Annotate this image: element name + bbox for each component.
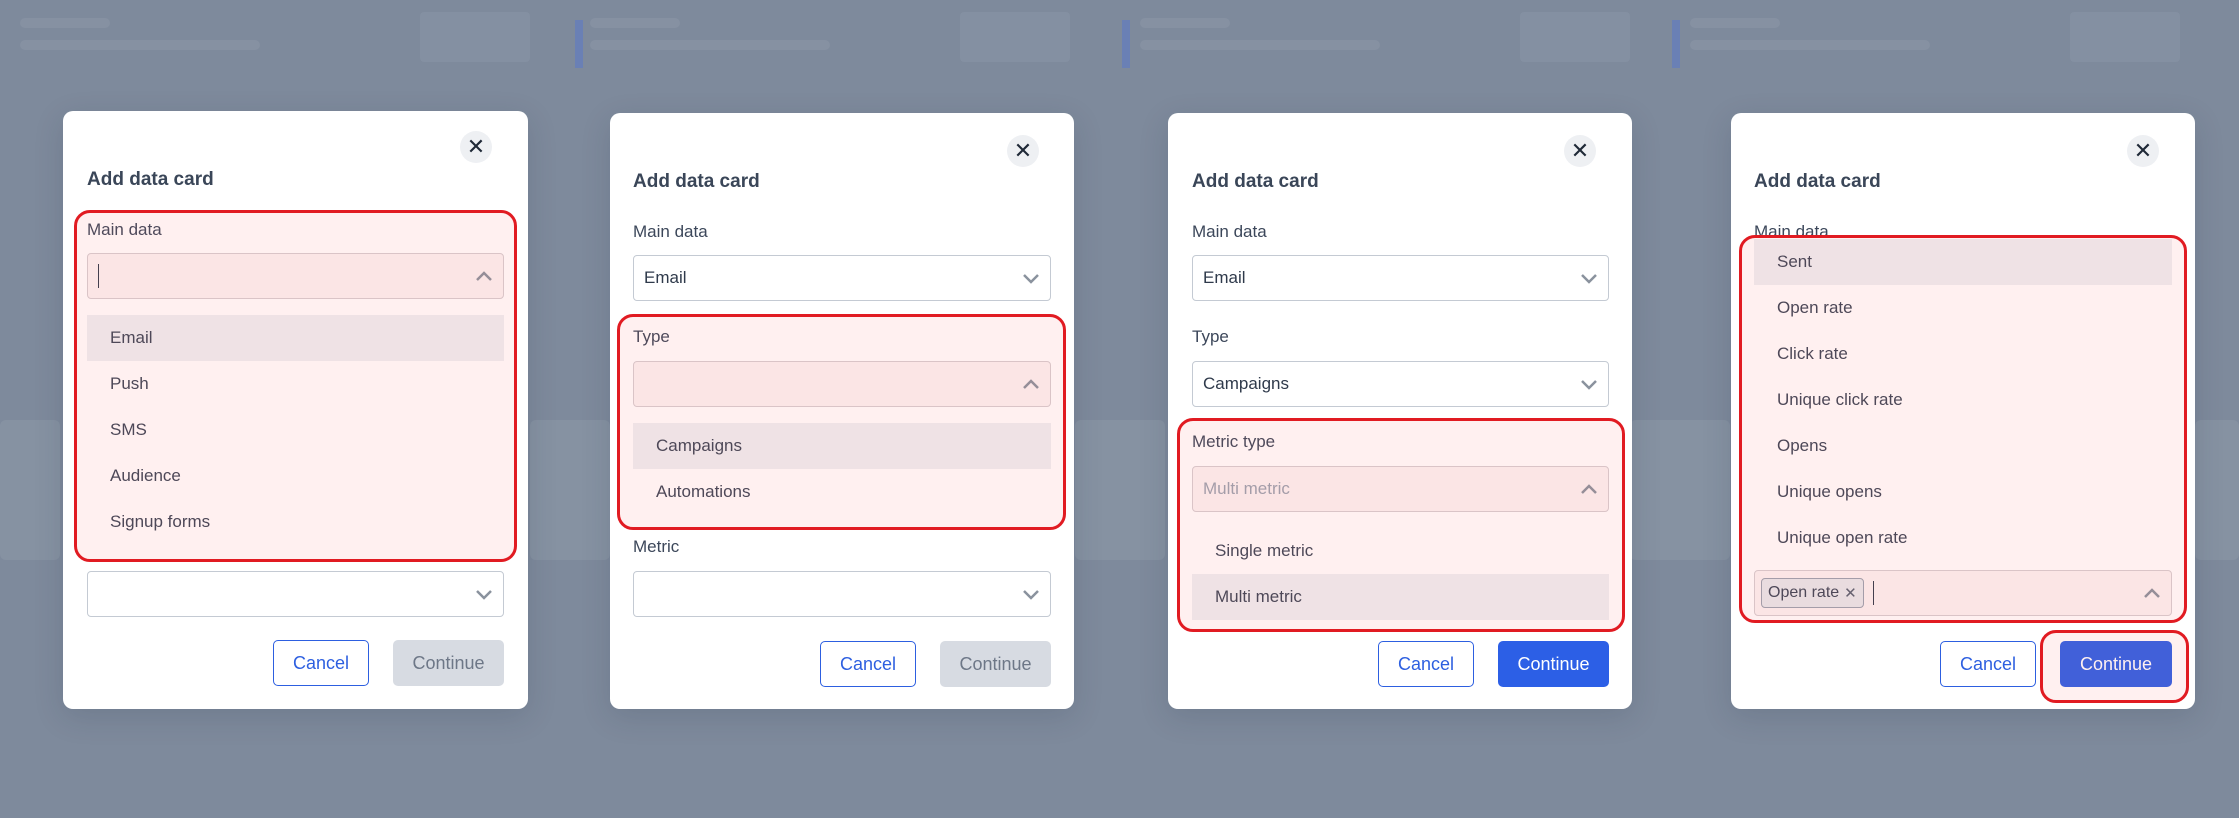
- metric-label: Metric: [633, 537, 680, 556]
- second-select[interactable]: [87, 571, 504, 617]
- close-icon[interactable]: ✕: [460, 131, 492, 163]
- option-click-rate[interactable]: Click rate: [1754, 331, 2172, 377]
- add-data-card-modal-step-1: ✕ Add data card Main data Email Push SMS…: [63, 111, 528, 709]
- continue-button[interactable]: Continue: [1498, 641, 1609, 687]
- chevron-down-icon[interactable]: [1580, 271, 1598, 285]
- main-data-label: Main data: [633, 222, 708, 241]
- option-unique-open-rate[interactable]: Unique open rate: [1754, 515, 2172, 561]
- selected-tag[interactable]: Open rate ✕: [1761, 578, 1864, 608]
- type-select[interactable]: Campaigns: [1192, 361, 1609, 407]
- main-data-select[interactable]: Email: [1192, 255, 1609, 301]
- option-open-rate[interactable]: Open rate: [1754, 285, 2172, 331]
- option-multi-metric[interactable]: Multi metric: [1192, 574, 1609, 620]
- metric-type-label: Metric type: [1192, 432, 1276, 451]
- continue-button[interactable]: Continue: [393, 640, 504, 686]
- add-data-card-modal-step-4: ✕ Add data card Main data Sent Open rate…: [1731, 113, 2195, 709]
- text-cursor: [1873, 581, 1874, 605]
- type-label: Type: [633, 327, 670, 346]
- chevron-down-icon[interactable]: [1022, 271, 1040, 285]
- option-sent[interactable]: Sent: [1754, 239, 2172, 285]
- cancel-button[interactable]: Cancel: [1378, 641, 1474, 687]
- option-automations[interactable]: Automations: [633, 469, 1051, 515]
- cancel-button[interactable]: Cancel: [273, 640, 369, 686]
- metric-select[interactable]: [633, 571, 1051, 617]
- close-icon[interactable]: ✕: [1564, 135, 1596, 167]
- modal-title: Add data card: [1754, 171, 1881, 192]
- option-single-metric[interactable]: Single metric: [1192, 528, 1609, 574]
- main-data-label: Main data: [87, 220, 162, 239]
- option-push[interactable]: Push: [87, 361, 504, 407]
- add-data-card-modal-step-2: ✕ Add data card Main data Email Type Cam…: [610, 113, 1074, 709]
- option-unique-opens[interactable]: Unique opens: [1754, 469, 2172, 515]
- chevron-up-icon[interactable]: [2143, 586, 2161, 600]
- cancel-button[interactable]: Cancel: [820, 641, 916, 687]
- metric-type-dropdown: Single metric Multi metric: [1192, 526, 1609, 620]
- close-icon[interactable]: ✕: [1007, 135, 1039, 167]
- metric-type-select[interactable]: Multi metric: [1192, 466, 1609, 512]
- option-unique-click-rate[interactable]: Unique click rate: [1754, 377, 2172, 423]
- add-data-card-modal-step-3: ✕ Add data card Main data Email Type Cam…: [1168, 113, 1632, 709]
- chevron-up-icon[interactable]: [1022, 377, 1040, 391]
- chevron-up-icon[interactable]: [475, 269, 493, 283]
- cancel-button[interactable]: Cancel: [1940, 641, 2036, 687]
- option-opens[interactable]: Opens: [1754, 423, 2172, 469]
- metric-dropdown: Sent Open rate Click rate Unique click r…: [1754, 239, 2172, 563]
- type-label: Type: [1192, 327, 1229, 346]
- option-sms[interactable]: SMS: [87, 407, 504, 453]
- text-cursor: [98, 264, 99, 288]
- option-audience[interactable]: Audience: [87, 453, 504, 499]
- type-dropdown: Campaigns Automations: [633, 421, 1051, 515]
- modal-title: Add data card: [633, 171, 760, 192]
- option-email[interactable]: Email: [87, 315, 504, 361]
- chevron-down-icon[interactable]: [1580, 377, 1598, 391]
- metric-multiselect[interactable]: Open rate ✕: [1754, 570, 2172, 616]
- remove-tag-icon[interactable]: ✕: [1844, 584, 1857, 602]
- main-data-select[interactable]: Email: [633, 255, 1051, 301]
- type-select[interactable]: [633, 361, 1051, 407]
- main-data-select[interactable]: [87, 253, 504, 299]
- option-signup-forms[interactable]: Signup forms: [87, 499, 504, 545]
- modal-title: Add data card: [1192, 171, 1319, 192]
- main-data-label: Main data: [1192, 222, 1267, 241]
- chevron-down-icon[interactable]: [1022, 587, 1040, 601]
- close-icon[interactable]: ✕: [2127, 135, 2159, 167]
- modal-title: Add data card: [87, 169, 214, 190]
- chevron-up-icon[interactable]: [1580, 482, 1598, 496]
- continue-button[interactable]: Continue: [2060, 641, 2172, 687]
- chevron-down-icon[interactable]: [475, 587, 493, 601]
- option-campaigns[interactable]: Campaigns: [633, 423, 1051, 469]
- continue-button[interactable]: Continue: [940, 641, 1051, 687]
- main-data-dropdown: Email Push SMS Audience Signup forms: [87, 313, 504, 545]
